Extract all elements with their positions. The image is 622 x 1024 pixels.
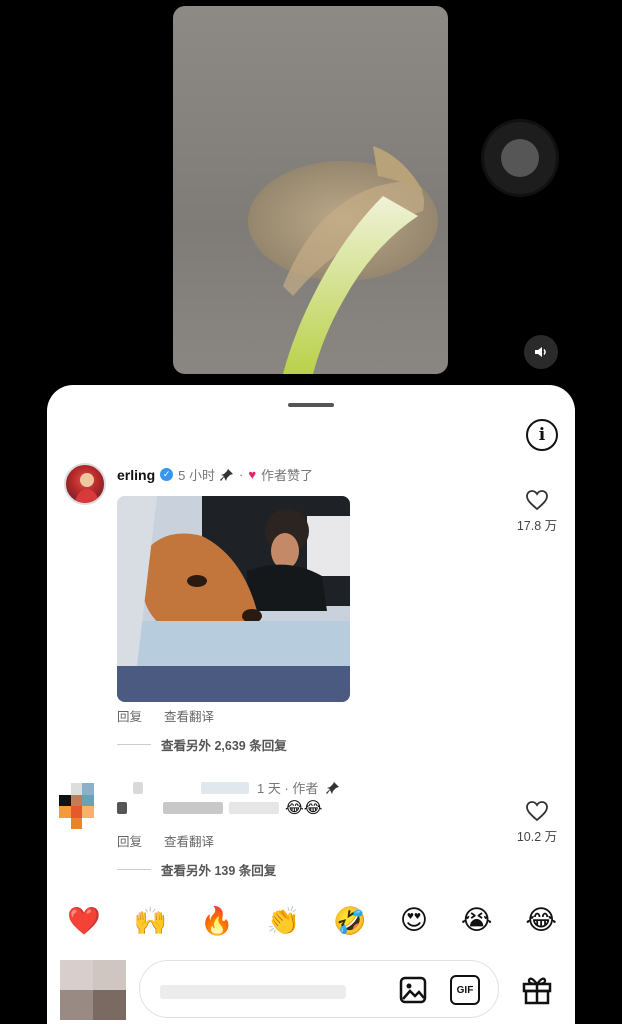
comment-2-time: 1 天 · 作者 [257, 781, 319, 796]
image-icon[interactable] [398, 975, 428, 1005]
view-more-replies[interactable]: 查看另外 139 条回复 [117, 860, 276, 879]
view-more-replies[interactable]: 查看另外 2,639 条回复 [117, 735, 287, 754]
emoji-raised-hands[interactable]: 🙌 [134, 905, 168, 937]
emoji-fire[interactable]: 🔥 [200, 905, 234, 937]
gift-icon[interactable] [521, 973, 553, 1005]
like-count: 10.2 万 [516, 830, 558, 844]
reply-button[interactable]: 回复 [117, 831, 142, 850]
volume-icon [535, 347, 546, 357]
avatar-image [74, 473, 100, 503]
comment-2-emojis: 😂😂 [285, 798, 323, 817]
comment-actions: 回复 查看翻译 [117, 831, 214, 850]
info-icon[interactable]: i [526, 419, 558, 451]
comment-avatar-pixelated[interactable] [59, 783, 105, 829]
record-button-inner [501, 139, 539, 177]
like-column: 17.8 万 [505, 489, 569, 534]
view-more-replies-label: 查看另外 139 条回复 [161, 864, 277, 878]
blurred-text [229, 801, 279, 814]
blurred-username [133, 781, 143, 794]
blurred-text [163, 801, 223, 814]
like-heart-icon[interactable] [525, 800, 549, 822]
reply-button[interactable]: 回复 [117, 706, 142, 725]
like-heart-icon[interactable] [525, 489, 549, 511]
divider-line [117, 744, 151, 745]
video-player[interactable] [173, 6, 448, 374]
translate-button[interactable]: 查看翻译 [164, 831, 214, 850]
comment-2-header: 1 天 · 作者 [133, 778, 340, 797]
emoji-clap[interactable]: 👏 [267, 905, 301, 937]
translate-button[interactable]: 查看翻译 [164, 706, 214, 725]
emoji-joy[interactable]: 😂 [525, 905, 557, 937]
author-liked-label: 作者赞了 [261, 468, 314, 483]
emoji-crying[interactable]: 😭 [461, 905, 493, 937]
like-count: 17.8 万 [516, 519, 558, 533]
heart-icon: ♥ [248, 467, 257, 482]
emoji-heart-eyes[interactable]: 😍 [400, 905, 428, 937]
comment-avatar[interactable] [64, 463, 106, 505]
view-more-replies-label: 查看另外 2,639 条回复 [161, 739, 287, 753]
emoji-heart[interactable]: ❤️ [67, 905, 101, 937]
quick-emoji-bar: ❤️ 🙌 🔥 👏 🤣 😍 😭 😂 [67, 905, 557, 937]
comments-sheet: i erling ✓ 5 小时 · ♥ 作者赞了 17.8 万 回复 查看翻译 … [47, 385, 575, 1024]
pin-icon [326, 781, 340, 794]
video-frame-image [248, 146, 438, 374]
like-column: 10.2 万 [505, 800, 569, 845]
comment-input[interactable]: GIF [139, 960, 499, 1018]
comment-2-body: 😂😂 [117, 798, 322, 817]
pin-icon [219, 468, 233, 481]
dog-in-car-image [117, 496, 350, 702]
comment-time: 5 小时 [178, 468, 215, 483]
volume-button[interactable] [524, 335, 558, 369]
gif-button[interactable]: GIF [450, 975, 480, 1005]
emoji-rofl[interactable]: 🤣 [333, 905, 367, 937]
divider-line [117, 869, 151, 870]
my-avatar-pixelated [60, 960, 126, 1020]
verified-icon: ✓ [160, 468, 174, 481]
comment-header: erling ✓ 5 小时 · ♥ 作者赞了 [117, 465, 313, 484]
record-button[interactable] [484, 122, 556, 194]
sheet-drag-handle[interactable] [288, 403, 334, 407]
comment-image[interactable] [117, 496, 350, 702]
input-placeholder-blurred [160, 985, 346, 999]
blurred-text [117, 801, 127, 814]
dot-separator: · [238, 467, 244, 482]
comment-actions: 回复 查看翻译 [117, 706, 214, 725]
blurred-text [201, 781, 249, 794]
comment-username[interactable]: erling [117, 467, 155, 483]
